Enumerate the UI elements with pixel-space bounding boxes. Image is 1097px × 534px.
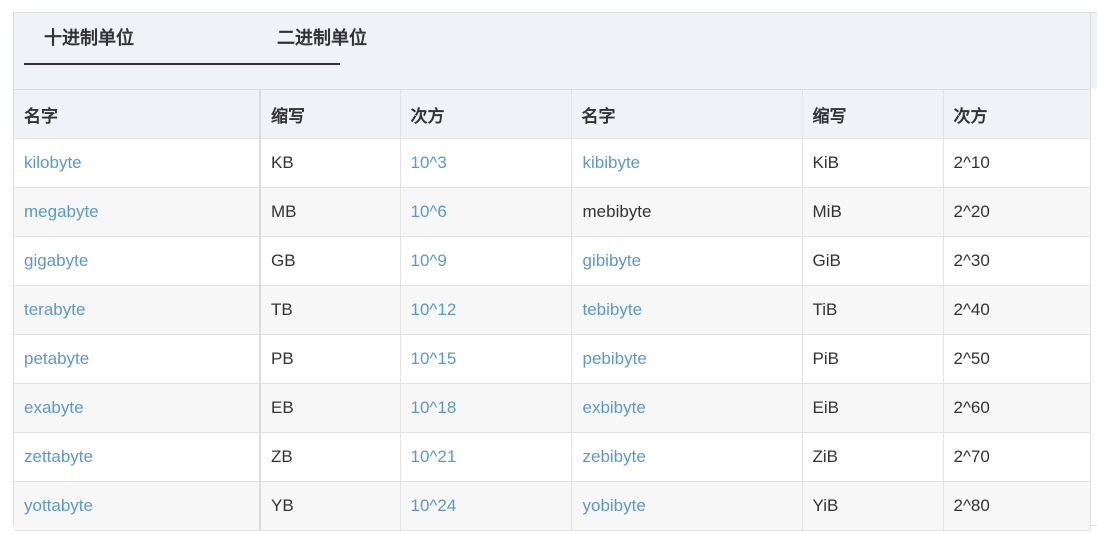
dec-name-link[interactable]: petabyte — [14, 334, 261, 384]
bin-power: 2^20 — [943, 187, 1091, 237]
table-row: petabyte PB 10^15 pebibyte PiB 2^50 — [14, 334, 1091, 384]
dec-name-link[interactable]: exabyte — [14, 383, 261, 433]
bin-abbr: GiB — [802, 236, 944, 286]
table-header-row: 名字 缩写 次方 名字 缩写 次方 — [14, 89, 1091, 139]
tab-decimal-units[interactable]: 十进制单位 — [44, 23, 134, 53]
bin-abbr: YiB — [802, 481, 944, 531]
dec-abbr: KB — [260, 138, 401, 188]
bin-abbr: TiB — [802, 285, 944, 335]
bin-power: 2^60 — [943, 383, 1091, 433]
dec-name-link[interactable]: zettabyte — [14, 432, 261, 482]
dec-power-link[interactable]: 10^6 — [400, 187, 572, 237]
dec-name-link[interactable]: megabyte — [14, 187, 261, 237]
dec-abbr: EB — [260, 383, 401, 433]
dec-power-link[interactable]: 10^18 — [400, 383, 572, 433]
dec-abbr: ZB — [260, 432, 401, 482]
dec-name-link[interactable]: kilobyte — [14, 138, 261, 188]
units-table-panel: 十进制单位 二进制单位 名字 缩写 次方 名字 缩写 次方 kilobyte K… — [13, 12, 1097, 531]
dec-name-link[interactable]: yottabyte — [14, 481, 261, 531]
bin-abbr: KiB — [802, 138, 944, 188]
bin-abbr: MiB — [802, 187, 944, 237]
col-header-bin-name: 名字 — [571, 89, 803, 139]
bin-name-link[interactable]: gibibyte — [571, 236, 803, 286]
dec-name-link[interactable]: gigabyte — [14, 236, 261, 286]
dec-abbr: GB — [260, 236, 401, 286]
table-row: yottabyte YB 10^24 yobibyte YiB 2^80 — [14, 481, 1091, 531]
dec-name-link[interactable]: terabyte — [14, 285, 261, 335]
dec-power-link[interactable]: 10^3 — [400, 138, 572, 188]
dec-abbr: MB — [260, 187, 401, 237]
table-row: gigabyte GB 10^9 gibibyte GiB 2^30 — [14, 236, 1091, 286]
bin-power: 2^30 — [943, 236, 1091, 286]
bin-name-link[interactable]: yobibyte — [571, 481, 803, 531]
tab-binary-units[interactable]: 二进制单位 — [277, 23, 367, 53]
dec-abbr: PB — [260, 334, 401, 384]
tab-bar — [14, 13, 1097, 89]
dec-power-link[interactable]: 10^21 — [400, 432, 572, 482]
col-header-bin-power: 次方 — [943, 89, 1091, 139]
bin-power: 2^80 — [943, 481, 1091, 531]
bin-power: 2^70 — [943, 432, 1091, 482]
bin-name-link[interactable]: exbibyte — [571, 383, 803, 433]
table-row: zettabyte ZB 10^21 zebibyte ZiB 2^70 — [14, 432, 1091, 482]
bin-abbr: EiB — [802, 383, 944, 433]
col-header-dec-abbr: 缩写 — [260, 89, 401, 139]
bin-name-link[interactable]: zebibyte — [571, 432, 803, 482]
bin-name-link[interactable]: pebibyte — [571, 334, 803, 384]
bin-abbr: ZiB — [802, 432, 944, 482]
dec-abbr: YB — [260, 481, 401, 531]
table-row: terabyte TB 10^12 tebibyte TiB 2^40 — [14, 285, 1091, 335]
col-header-dec-power: 次方 — [400, 89, 572, 139]
dec-power-link[interactable]: 10^12 — [400, 285, 572, 335]
col-header-bin-abbr: 缩写 — [802, 89, 944, 139]
dec-power-link[interactable]: 10^9 — [400, 236, 572, 286]
bin-power: 2^50 — [943, 334, 1091, 384]
units-table: 名字 缩写 次方 名字 缩写 次方 kilobyte KB 10^3 kibib… — [14, 89, 1091, 531]
bin-name-link[interactable]: tebibyte — [571, 285, 803, 335]
dec-abbr: TB — [260, 285, 401, 335]
table-row: exabyte EB 10^18 exbibyte EiB 2^60 — [14, 383, 1091, 433]
bin-abbr: PiB — [802, 334, 944, 384]
bin-power: 2^40 — [943, 285, 1091, 335]
table-row: kilobyte KB 10^3 kibibyte KiB 2^10 — [14, 138, 1091, 188]
dec-power-link[interactable]: 10^15 — [400, 334, 572, 384]
bin-name-link[interactable]: kibibyte — [571, 138, 803, 188]
bin-name: mebibyte — [571, 187, 803, 237]
active-tab-indicator — [24, 63, 340, 65]
dec-power-link[interactable]: 10^24 — [400, 481, 572, 531]
table-row: megabyte MB 10^6 mebibyte MiB 2^20 — [14, 187, 1091, 237]
col-header-dec-name: 名字 — [14, 89, 261, 139]
bin-power: 2^10 — [943, 138, 1091, 188]
